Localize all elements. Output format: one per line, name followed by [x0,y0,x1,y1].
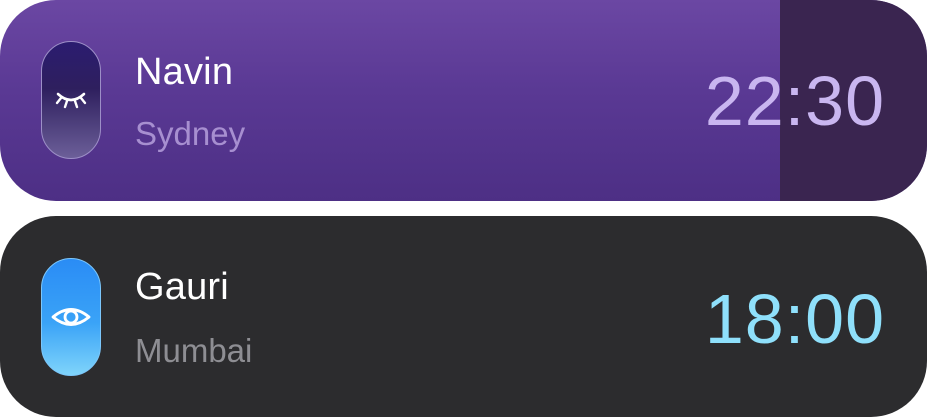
sleep-status-pill [41,41,101,159]
open-eye-icon [51,308,91,326]
contact-name: Navin [135,51,234,93]
contact-city: Mumbai [135,332,253,369]
contact-city: Sydney [135,115,246,152]
contact-card-gauri[interactable]: Gauri Mumbai 18:00 [0,216,927,417]
local-time: 18:00 [704,280,885,358]
contact-clock-list: Navin Sydney 22:30 Gauri Mumbai 18:00 [0,0,927,417]
local-time: 22:30 [704,62,885,140]
contact-card-navin[interactable]: Navin Sydney 22:30 [0,0,927,201]
awake-status-pill [41,258,101,376]
contact-name: Gauri [135,266,229,308]
sleeping-eye-icon [55,92,87,109]
